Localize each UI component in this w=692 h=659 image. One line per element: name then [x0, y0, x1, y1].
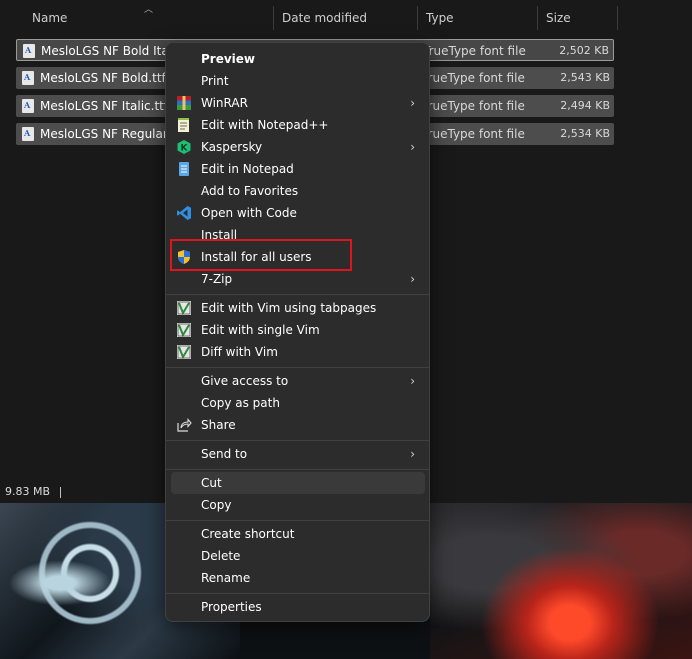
menu-item-label: Kaspersky [201, 140, 263, 154]
chevron-right-icon: › [410, 96, 415, 110]
vscode-icon [177, 206, 191, 220]
kaspersky-icon: K [177, 140, 191, 154]
file-name: MesloLGS NF Regular.ttf [40, 127, 180, 141]
menu-item-label: Edit with Vim using tabpages [201, 301, 377, 315]
svg-text:K: K [181, 144, 189, 154]
menu-item-add-favorites[interactable]: Add to Favorites [171, 180, 425, 202]
chevron-right-icon: › [410, 374, 415, 388]
chevron-right-icon: › [410, 140, 415, 154]
column-name[interactable]: Name [24, 6, 274, 30]
file-name: MesloLGS NF Bold Italic.ttf [41, 44, 181, 58]
menu-item-vim-single[interactable]: Edit with single Vim [171, 319, 425, 341]
menu-item-send-to[interactable]: Send to › [171, 443, 425, 465]
notepad-icon [179, 162, 189, 176]
menu-item-share[interactable]: Share [171, 414, 425, 436]
menu-item-label: Diff with Vim [201, 345, 278, 359]
context-menu: Preview Print WinRAR › Edit with Notepad… [165, 42, 430, 622]
notepadpp-icon [178, 118, 189, 132]
file-size: 2,494 KB [560, 99, 610, 112]
menu-item-edit-notepadpp[interactable]: Edit with Notepad++ [171, 114, 425, 136]
menu-separator [166, 367, 429, 368]
menu-item-label: Edit in Notepad [201, 162, 294, 176]
menu-item-copy-path[interactable]: Copy as path [171, 392, 425, 414]
column-size[interactable]: Size [538, 6, 618, 30]
menu-item-label: Properties [201, 600, 262, 614]
chevron-right-icon: › [410, 447, 415, 461]
menu-item-give-access[interactable]: Give access to › [171, 370, 425, 392]
vim-icon [177, 301, 191, 316]
column-header: ︿ Name Date modified Type Size [0, 0, 692, 36]
font-file-icon [22, 71, 34, 85]
menu-item-rename[interactable]: Rename [171, 567, 425, 589]
file-type: TrueType font file [422, 127, 525, 141]
menu-item-label: Print [201, 74, 229, 88]
menu-item-label: Copy as path [201, 396, 280, 410]
wallpaper-right-art [430, 503, 692, 659]
menu-item-label: Share [201, 418, 236, 432]
share-icon [177, 418, 192, 432]
menu-item-copy[interactable]: Copy [171, 494, 425, 516]
vim-icon [177, 323, 191, 338]
menu-item-label: Copy [201, 498, 232, 512]
menu-item-label: Edit with Notepad++ [201, 118, 329, 132]
menu-item-label: Add to Favorites [201, 184, 299, 198]
file-type: TrueType font file [423, 44, 526, 58]
menu-item-label: Delete [201, 549, 241, 563]
menu-item-kaspersky[interactable]: K Kaspersky › [171, 136, 425, 158]
file-type: TrueType font file [422, 71, 525, 85]
menu-item-label: Give access to [201, 374, 289, 388]
column-type[interactable]: Type [418, 6, 538, 30]
menu-item-label: Rename [201, 571, 251, 585]
menu-item-label: WinRAR [201, 96, 248, 110]
menu-item-label: Create shortcut [201, 527, 295, 541]
menu-item-label: Edit with single Vim [201, 323, 320, 337]
menu-item-winrar[interactable]: WinRAR › [171, 92, 425, 114]
vim-icon [177, 345, 191, 360]
menu-separator [166, 520, 429, 521]
menu-item-vim-diff[interactable]: Diff with Vim [171, 341, 425, 363]
menu-item-7zip[interactable]: 7-Zip › [171, 268, 425, 290]
menu-item-print[interactable]: Print [171, 70, 425, 92]
menu-item-label: Preview [201, 52, 256, 66]
menu-item-edit-notepad[interactable]: Edit in Notepad [171, 158, 425, 180]
file-size: 2,543 KB [560, 71, 610, 84]
status-divider [60, 486, 62, 498]
chevron-right-icon: › [410, 272, 415, 286]
highlight-annotation-box [170, 239, 352, 271]
column-date-modified[interactable]: Date modified [274, 6, 418, 30]
menu-item-label: Cut [201, 476, 222, 490]
menu-separator [166, 294, 429, 295]
menu-item-preview[interactable]: Preview [171, 48, 425, 70]
font-file-icon [22, 99, 34, 113]
menu-item-delete[interactable]: Delete [171, 545, 425, 567]
menu-separator [166, 469, 429, 470]
file-name: MesloLGS NF Italic.ttf [40, 99, 169, 113]
menu-separator [166, 593, 429, 594]
font-file-icon [22, 127, 34, 141]
menu-item-properties[interactable]: Properties [171, 596, 425, 618]
menu-item-cut[interactable]: Cut [171, 472, 425, 494]
menu-item-create-shortcut[interactable]: Create shortcut [171, 523, 425, 545]
winrar-icon [177, 96, 191, 110]
file-size: 2,534 KB [560, 127, 610, 140]
file-size: 2,502 KB [559, 44, 609, 57]
selection-size: 9.83 MB [5, 485, 51, 498]
menu-separator [166, 440, 429, 441]
menu-item-vim-tabpages[interactable]: Edit with Vim using tabpages [171, 297, 425, 319]
menu-item-open-code[interactable]: Open with Code [171, 202, 425, 224]
file-name: MesloLGS NF Bold.ttf [40, 71, 166, 85]
file-type: TrueType font file [422, 99, 525, 113]
font-file-icon [23, 44, 35, 58]
menu-item-label: Open with Code [201, 206, 297, 220]
menu-item-label: Send to [201, 447, 248, 461]
menu-item-label: 7-Zip [201, 272, 233, 286]
